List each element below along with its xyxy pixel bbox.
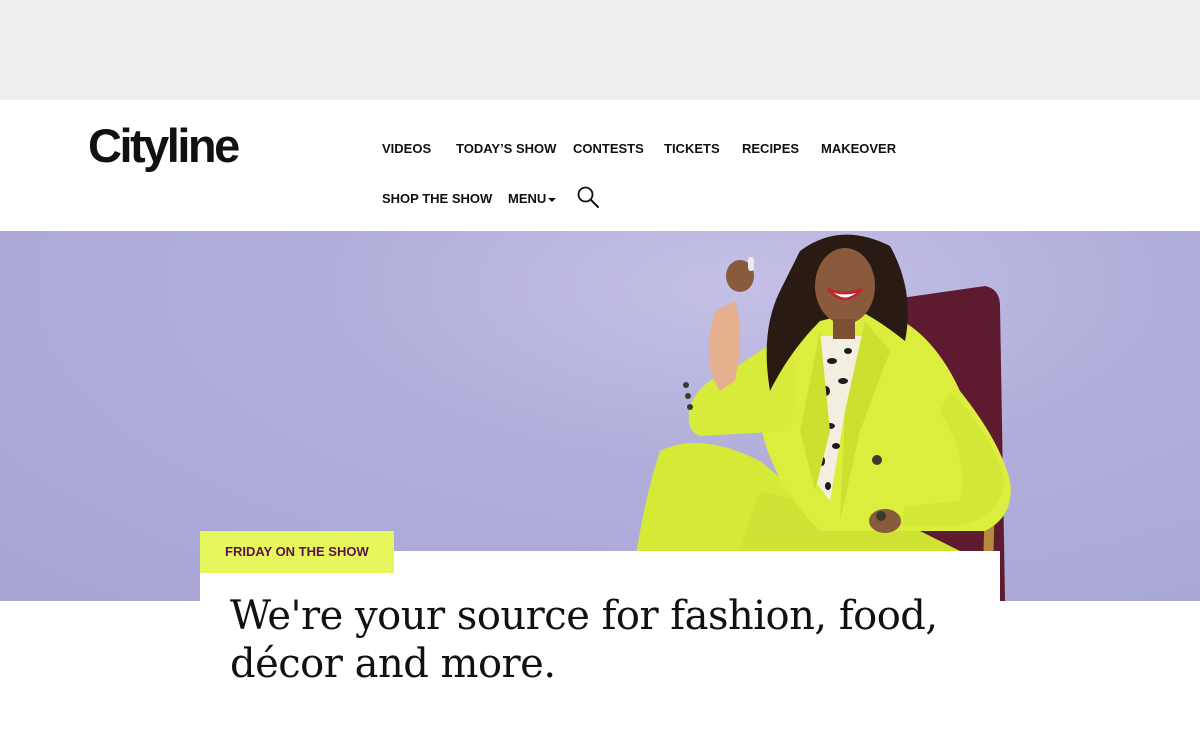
nav-item-contests[interactable]: CONTESTS — [573, 141, 644, 157]
cityline-logo[interactable]: Cityline — [88, 118, 240, 174]
nav-item-tickets[interactable]: TICKETS — [664, 141, 720, 157]
search-icon[interactable] — [576, 185, 600, 209]
friday-on-the-show-tag[interactable]: FRIDAY ON THE SHOW — [200, 531, 394, 573]
nav-item-recipes[interactable]: RECIPES — [742, 141, 799, 157]
nav-item-menu[interactable]: MENU — [508, 191, 557, 207]
site-header: Cityline VIDEOS TODAY’S SHOW CONTESTS TI… — [0, 100, 1200, 231]
menu-label: MENU — [508, 191, 547, 206]
hero-banner — [0, 231, 1200, 601]
caret-down-icon — [548, 197, 557, 202]
hero-headline[interactable]: We're your source for fashion, food, déc… — [230, 592, 970, 688]
ad-banner-area — [0, 0, 1200, 100]
nav-item-videos[interactable]: VIDEOS — [382, 141, 431, 157]
nav-item-makeover[interactable]: MAKEOVER — [821, 141, 896, 157]
hero-host-illustration — [628, 234, 1011, 601]
nav-item-todays-show[interactable]: TODAY’S SHOW — [456, 141, 556, 157]
nav-item-shop-the-show[interactable]: SHOP THE SHOW — [382, 191, 492, 207]
